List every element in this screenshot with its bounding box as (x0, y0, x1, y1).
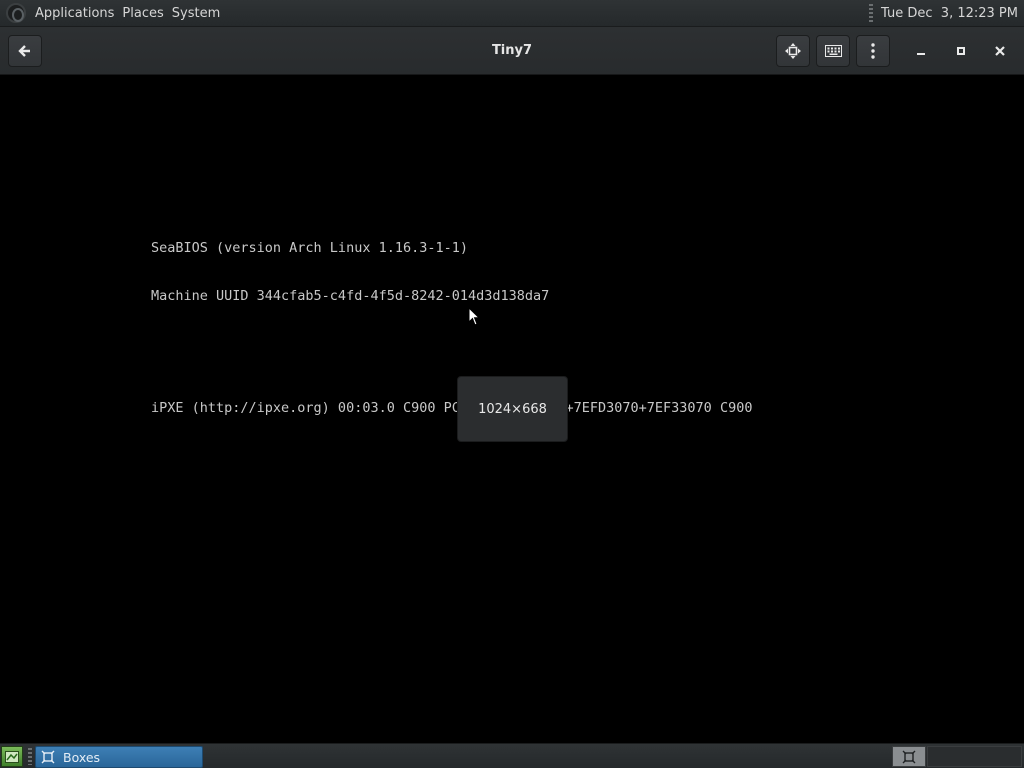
mouse-pointer-icon (468, 307, 480, 326)
close-button[interactable] (988, 39, 1012, 63)
show-desktop-icon (5, 750, 19, 763)
keyboard-button[interactable] (816, 35, 850, 67)
keyboard-icon (824, 45, 842, 57)
bios-uuid-line: Machine UUID 344cfab5-c4fd-4f5d-8242-014… (151, 288, 550, 304)
panel-handle-icon[interactable] (28, 748, 32, 765)
panel-handle-icon[interactable] (869, 4, 874, 22)
boxes-app-icon (41, 750, 55, 764)
show-desktop-button[interactable] (1, 746, 23, 767)
bios-gap (151, 336, 752, 368)
fullscreen-button[interactable] (776, 35, 810, 67)
menu-applications[interactable]: Applications (31, 6, 118, 21)
minimize-button[interactable] (909, 39, 933, 63)
ipxe-line: iPXE (http://ipxe.org) 00:03.0 C900 PCI2… (151, 400, 753, 416)
workspace-1[interactable] (892, 746, 926, 767)
top-panel: Applications Places System Tue Dec 3, 12… (0, 0, 1024, 27)
taskbar-button-boxes[interactable]: Boxes (35, 746, 203, 768)
menu-system[interactable]: System (168, 6, 224, 21)
boxes-app-icon (902, 750, 916, 763)
vm-display[interactable]: SeaBIOS (version Arch Linux 1.16.3-1-1) … (0, 75, 1024, 743)
kebab-menu-icon (871, 43, 875, 59)
minimize-icon (917, 53, 925, 55)
workspace-2[interactable] (927, 746, 1022, 767)
distro-logo-icon[interactable] (6, 3, 26, 23)
window-headerbar: Tiny7 (0, 27, 1024, 75)
maximize-icon (957, 47, 965, 55)
back-arrow-icon (18, 45, 30, 57)
fullscreen-move-icon (785, 43, 801, 59)
clock[interactable]: Tue Dec 3, 12:23 PM (881, 6, 1018, 21)
resolution-label: 1024×668 (478, 401, 547, 417)
bios-output: SeaBIOS (version Arch Linux 1.16.3-1-1) … (151, 208, 752, 448)
menu-button[interactable] (856, 35, 890, 67)
taskbar-button-label: Boxes (63, 749, 101, 765)
bottom-panel: Boxes (0, 743, 1024, 768)
close-icon (995, 46, 1005, 56)
back-button[interactable] (8, 35, 42, 67)
menu-places[interactable]: Places (118, 6, 167, 21)
bios-line: SeaBIOS (version Arch Linux 1.16.3-1-1) (151, 240, 468, 256)
resolution-popup: 1024×668 (457, 376, 568, 442)
maximize-button[interactable] (949, 39, 973, 63)
